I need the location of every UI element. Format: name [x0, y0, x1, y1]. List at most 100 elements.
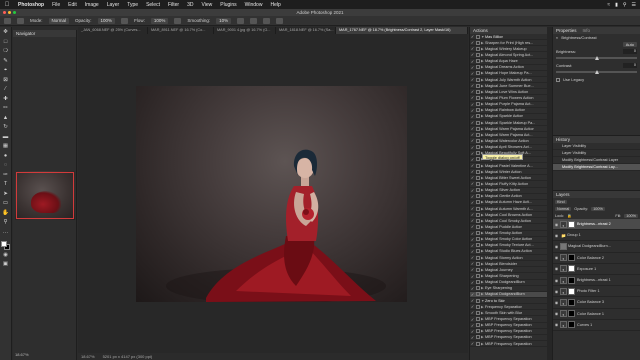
eye-icon[interactable]: ◉ — [553, 244, 560, 249]
move-tool-icon[interactable]: ✥ — [2, 29, 10, 37]
tab-properties[interactable]: Properties — [556, 27, 577, 34]
eye-icon[interactable]: ◉ — [553, 233, 560, 238]
angle-icon[interactable] — [250, 17, 258, 24]
smoothing-field[interactable]: 10% — [216, 17, 232, 24]
menu-select[interactable]: Select — [142, 2, 164, 8]
battery-icon[interactable]: ▮ — [615, 2, 618, 8]
checkmark-icon[interactable]: ✓ — [470, 108, 475, 113]
checkmark-icon[interactable]: ✓ — [470, 224, 475, 229]
eye-icon[interactable]: ◉ — [553, 255, 560, 260]
dialog-toggle-box[interactable] — [476, 40, 480, 45]
dialog-toggle-box[interactable] — [476, 151, 480, 156]
quick-select-tool-icon[interactable]: ✎ — [2, 58, 10, 66]
dialog-toggle-box[interactable] — [476, 267, 480, 272]
layer-row[interactable]: ◉ ◐ Color Balance 2 — [553, 253, 640, 264]
contrast-slider[interactable] — [556, 69, 637, 74]
menu-3d[interactable]: 3D — [183, 2, 197, 8]
dialog-toggle-box[interactable] — [476, 46, 480, 51]
layer-group-row[interactable]: ◉ 📁 Group 1 — [553, 230, 640, 242]
gradient-tool-icon[interactable]: ▦ — [2, 143, 10, 151]
menu-view[interactable]: View — [198, 2, 217, 8]
checkmark-icon[interactable]: ✓ — [470, 298, 475, 303]
dialog-toggle-box[interactable] — [476, 317, 480, 322]
color-swatches[interactable] — [1, 241, 10, 250]
dodge-tool-icon[interactable]: ◌ — [2, 162, 10, 170]
blend-mode-select[interactable]: Normal — [555, 206, 572, 211]
dialog-toggle-box[interactable] — [476, 77, 480, 82]
flow-field[interactable]: 100% — [150, 17, 169, 24]
eyedropper-tool-icon[interactable]: ⁄ — [2, 86, 10, 94]
dialog-toggle-box[interactable] — [476, 132, 480, 137]
action-row[interactable]: ✓ ▶ MBP Frequency Separation — [470, 341, 547, 348]
checkmark-icon[interactable]: ✓ — [470, 206, 475, 211]
checkmark-icon[interactable]: ✓ — [470, 77, 475, 82]
layer-mask-thumbnail[interactable] — [568, 220, 575, 228]
fill-field[interactable]: 100% — [624, 213, 638, 218]
menu-app[interactable]: Photoshop — [14, 2, 48, 8]
dialog-toggle-box[interactable] — [476, 108, 480, 113]
dialog-toggle-box[interactable] — [476, 59, 480, 64]
dialog-toggle-box[interactable] — [476, 126, 480, 131]
foreground-color-swatch[interactable] — [1, 241, 7, 247]
menu-file[interactable]: File — [48, 2, 64, 8]
doc-tab[interactable]: _JAN_6068.NEF @ 25% (Curves... — [78, 27, 148, 34]
close-window-icon[interactable] — [3, 11, 6, 14]
doc-tab[interactable]: MAR_1818.NEF @ 16.7% (Sa... — [276, 27, 336, 34]
checkmark-icon[interactable]: ✓ — [470, 46, 475, 51]
layer-row[interactable]: ◉ ◐ Color Balance 3 — [553, 297, 640, 309]
brush-preset-icon[interactable] — [17, 17, 24, 24]
dialog-toggle-box[interactable] — [476, 71, 480, 76]
pen-tool-icon[interactable]: ✑ — [2, 172, 10, 180]
kind-filter[interactable]: Kind — [555, 199, 567, 204]
dialog-toggle-box[interactable] — [476, 83, 480, 88]
dialog-toggle-box[interactable] — [476, 231, 480, 236]
wifi-icon[interactable]: ≈ — [607, 2, 610, 8]
layer-row[interactable]: ◉ ◐ Brightness...ntrast 1 — [553, 275, 640, 287]
eye-icon[interactable]: ◉ — [553, 322, 560, 327]
home-icon[interactable] — [4, 17, 11, 24]
checkmark-icon[interactable]: ✓ — [470, 286, 475, 291]
checkmark-icon[interactable]: ✓ — [470, 114, 475, 119]
dialog-toggle-box[interactable] — [476, 237, 480, 242]
checkmark-icon[interactable]: ✓ — [470, 169, 475, 174]
healing-brush-tool-icon[interactable]: ✚ — [2, 96, 10, 104]
menu-image[interactable]: Image — [81, 2, 103, 8]
opacity-field[interactable]: 100% — [97, 17, 116, 24]
checkmark-icon[interactable]: ✓ — [470, 132, 475, 137]
dialog-toggle-box[interactable] — [476, 206, 480, 211]
checkmark-icon[interactable]: ✓ — [470, 194, 475, 199]
gear-icon[interactable] — [237, 17, 245, 24]
eye-icon[interactable]: ◉ — [553, 266, 560, 271]
crop-tool-icon[interactable]: ⌖ — [2, 67, 10, 75]
airbrush-icon[interactable] — [174, 17, 182, 24]
navigator-thumbnail[interactable] — [15, 171, 75, 220]
frame-tool-icon[interactable]: ⊠ — [2, 77, 10, 85]
doc-tab[interactable]: MAR_8911.NEF @ 16.7% (Co... — [148, 27, 214, 34]
dialog-toggle-box[interactable] — [476, 163, 480, 168]
checkmark-icon[interactable]: ✓ — [470, 188, 475, 193]
brightness-slider-knob[interactable] — [594, 55, 599, 60]
checkmark-icon[interactable]: ✓ — [470, 231, 475, 236]
checkmark-icon[interactable]: ✓ — [470, 120, 475, 125]
menu-window[interactable]: Window — [241, 2, 267, 8]
dialog-toggle-box[interactable] — [476, 95, 480, 100]
dialog-toggle-box[interactable] — [476, 298, 480, 303]
layer-row[interactable]: ◉ ◐ Color Balance 1 — [553, 309, 640, 320]
status-zoom[interactable]: 18.67% — [81, 353, 95, 360]
dialog-toggle-box[interactable] — [476, 335, 480, 340]
hand-tool-icon[interactable]: ✋ — [2, 210, 10, 218]
checkmark-icon[interactable]: ✓ — [470, 243, 475, 248]
layer-opacity-field[interactable]: 100% — [591, 206, 605, 211]
checkmark-icon[interactable]: ✓ — [470, 157, 475, 162]
checkmark-icon[interactable]: ✓ — [470, 145, 475, 150]
dialog-toggle-box[interactable] — [476, 304, 480, 309]
menu-plugins[interactable]: Plugins — [216, 2, 240, 8]
auto-button[interactable]: Auto — [622, 42, 637, 47]
checkmark-icon[interactable]: ✓ — [470, 95, 475, 100]
layer-mask-thumbnail[interactable] — [568, 287, 575, 295]
checkmark-icon[interactable]: ✓ — [470, 83, 475, 88]
dialog-toggle-box[interactable] — [476, 188, 480, 193]
dialog-toggle-box[interactable] — [476, 114, 480, 119]
layer-mask-thumbnail[interactable] — [568, 276, 575, 284]
dialog-toggle-box[interactable] — [476, 52, 480, 57]
